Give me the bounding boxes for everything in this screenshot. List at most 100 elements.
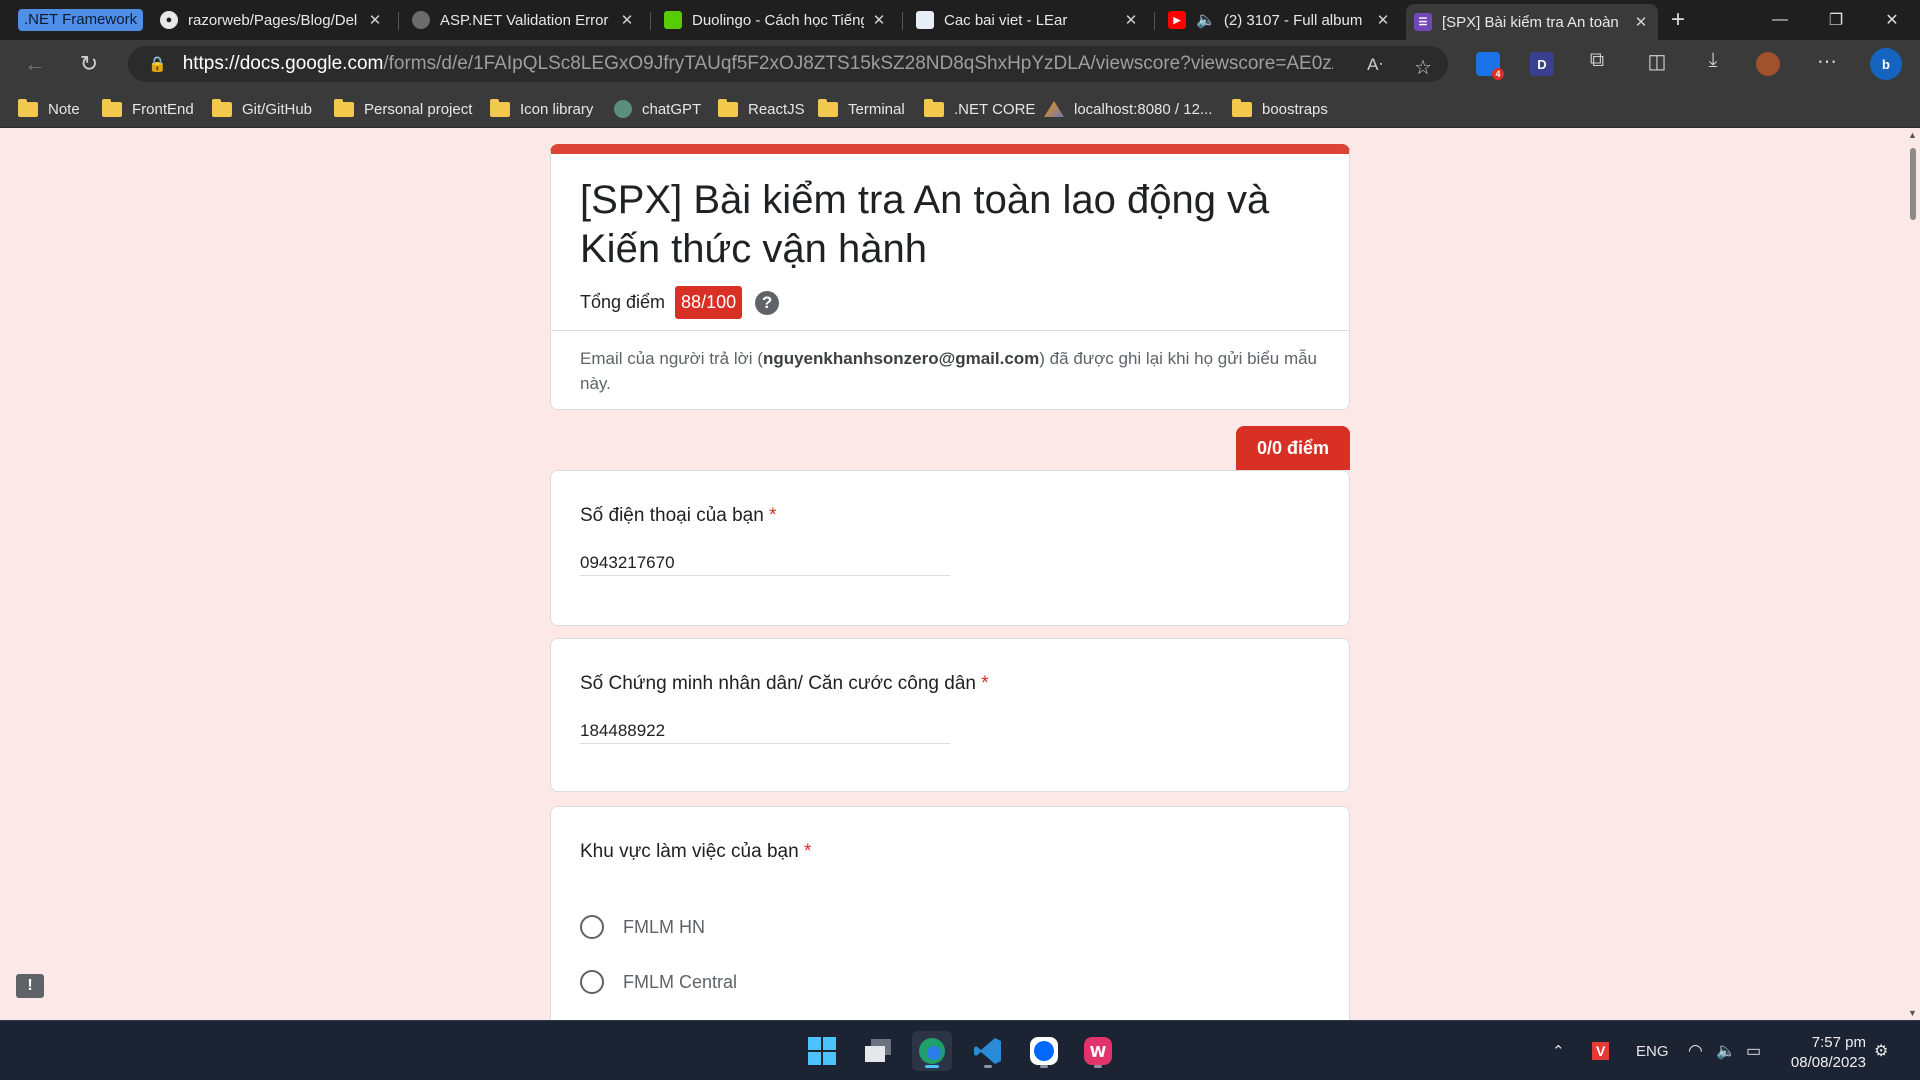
close-icon[interactable]: ✕ xyxy=(1632,13,1650,31)
tab-group-label[interactable]: .NET Framework xyxy=(18,9,144,31)
radio-option[interactable]: FMLM Central xyxy=(580,970,737,994)
extensions-puzzle-icon[interactable]: ⧉ xyxy=(1582,49,1612,72)
tab-aspnet[interactable]: ASP.NET Validation Error M ✕ xyxy=(404,4,644,36)
tab-title: (2) 3107 - Full album xyxy=(1223,11,1363,29)
form-title: [SPX] Bài kiểm tra An toàn lao động và K… xyxy=(580,178,1270,271)
language-indicator[interactable]: ENG xyxy=(1636,1021,1669,1080)
volume-icon[interactable]: 🔈 xyxy=(1716,1021,1736,1080)
minimize-icon[interactable]: — xyxy=(1752,0,1808,40)
restore-icon[interactable]: ❐ xyxy=(1808,0,1864,40)
radio-circle-icon[interactable] xyxy=(580,915,604,939)
required-mark: * xyxy=(803,841,812,862)
tab-github[interactable]: ● razorweb/Pages/Blog/Del ✕ xyxy=(152,4,392,36)
form-page: [SPX] Bài kiểm tra An toàn lao động và K… xyxy=(0,128,1906,1020)
favorite-star-icon[interactable]: ☆ xyxy=(1408,55,1438,80)
windows-start-icon[interactable] xyxy=(802,1031,842,1071)
bookmark-net-core[interactable]: .NET CORE xyxy=(924,98,1035,120)
vscode-icon[interactable] xyxy=(968,1031,1008,1071)
bookmark-icon-library[interactable]: Icon library xyxy=(490,98,593,120)
phpmyadmin-icon xyxy=(1044,101,1064,117)
tab-separator xyxy=(650,12,651,30)
notification-icon[interactable]: ⚙ xyxy=(1874,1021,1888,1080)
radio-option[interactable]: FMLM HN xyxy=(580,915,705,939)
radio-circle-icon[interactable] xyxy=(580,970,604,994)
show-hidden-icons[interactable]: ⌃ xyxy=(1552,1021,1565,1080)
question-title: Số Chứng minh nhân dân/ Căn cước công dâ… xyxy=(580,673,989,694)
speaker-icon[interactable]: 🔈 xyxy=(1196,10,1216,30)
extension-icon[interactable]: 4 xyxy=(1476,52,1504,80)
task-view-icon[interactable] xyxy=(858,1031,898,1071)
close-icon[interactable]: ✕ xyxy=(366,11,384,29)
new-tab-button[interactable]: + xyxy=(1650,0,1706,40)
forms-icon: ☰ xyxy=(1414,13,1432,31)
question-card-phone: Số điện thoại của bạn * 0943217670 xyxy=(550,470,1350,626)
section-points-tab: 0/0 điểm xyxy=(1236,426,1350,470)
report-feedback-icon[interactable]: ! xyxy=(16,974,44,998)
bookmark-git-github[interactable]: Git/GitHub xyxy=(212,98,312,120)
split-screen-icon[interactable]: ◫ xyxy=(1642,49,1672,74)
lock-icon[interactable]: 🔒 xyxy=(148,55,167,73)
duolingo-icon xyxy=(664,11,682,29)
tab-spx-form[interactable]: ☰ [SPX] Bài kiểm tra An toàn ✕ xyxy=(1406,4,1658,40)
bookmark-boostraps[interactable]: boostraps xyxy=(1232,98,1328,120)
bookmark-note[interactable]: Note xyxy=(18,98,80,120)
bookmark-reactjs[interactable]: ReactJS xyxy=(718,98,805,120)
scrollbar-thumb[interactable] xyxy=(1910,148,1916,220)
running-indicator xyxy=(984,1065,992,1068)
radio-label: FMLM HN xyxy=(623,916,705,937)
scroll-up-icon[interactable]: ▲ xyxy=(1908,130,1917,140)
running-indicator xyxy=(1040,1065,1048,1068)
wifi-icon[interactable]: ◠ xyxy=(1688,1021,1703,1080)
help-icon[interactable]: ? xyxy=(755,290,780,315)
antivirus-tray-icon[interactable]: V xyxy=(1592,1021,1610,1080)
close-icon[interactable]: ✕ xyxy=(618,11,636,29)
bookmark-chatgpt[interactable]: chatGPT xyxy=(614,98,701,120)
tab-title: Duolingo - Cách học Tiếng xyxy=(692,11,864,29)
folder-icon xyxy=(18,98,38,117)
close-icon[interactable]: ✕ xyxy=(1374,11,1392,29)
url-text[interactable]: https://docs.google.com/forms/d/e/1FAIpQ… xyxy=(183,53,1333,75)
bookmark-localhost[interactable]: localhost:8080 / 12... xyxy=(1044,98,1212,120)
folder-icon xyxy=(212,98,232,117)
running-indicator xyxy=(1094,1065,1102,1068)
bookmark-frontend[interactable]: FrontEnd xyxy=(102,98,194,120)
question-card-id-number: Số Chứng minh nhân dân/ Căn cước công dâ… xyxy=(550,638,1350,792)
folder-icon xyxy=(1232,98,1252,117)
read-aloud-icon[interactable]: Aᐧ xyxy=(1360,55,1390,75)
bookmark-terminal[interactable]: Terminal xyxy=(818,98,905,120)
profile-avatar[interactable] xyxy=(1756,52,1780,76)
edge-browser-icon[interactable] xyxy=(912,1031,952,1071)
back-icon[interactable]: ← xyxy=(18,48,52,80)
wps-office-icon[interactable]: W xyxy=(1078,1031,1118,1071)
extension-badge: 4 xyxy=(1492,68,1504,80)
zalo-icon[interactable] xyxy=(1024,1031,1064,1071)
clock[interactable]: 7:57 pm 08/08/2023 xyxy=(1791,1033,1866,1073)
youtube-icon: ▶ xyxy=(1168,11,1186,29)
d-extension-icon[interactable]: D xyxy=(1530,52,1554,76)
document-icon xyxy=(916,11,934,29)
address-bar[interactable]: 🔒 https://docs.google.com/forms/d/e/1FAI… xyxy=(128,46,1448,82)
battery-icon[interactable]: ▭ xyxy=(1746,1021,1761,1080)
scroll-down-icon[interactable]: ▼ xyxy=(1908,1008,1917,1018)
tab-duolingo[interactable]: Duolingo - Cách học Tiếng ✕ xyxy=(656,4,896,36)
more-menu-icon[interactable]: ⋯ xyxy=(1812,49,1842,74)
close-icon[interactable]: ✕ xyxy=(870,11,888,29)
tab-strip: .NET Framework ● razorweb/Pages/Blog/Del… xyxy=(0,0,1920,40)
required-mark: * xyxy=(769,505,777,526)
tab-cac-bai-viet[interactable]: Cac bai viet - LEar ✕ xyxy=(908,4,1148,36)
radio-label: FMLM Central xyxy=(623,971,738,992)
svg-text:W: W xyxy=(1090,1043,1107,1061)
form-header-card: [SPX] Bài kiểm tra An toàn lao động và K… xyxy=(550,144,1350,410)
bookmark-personal-project[interactable]: Personal project xyxy=(334,98,472,120)
total-score-row: Tổng điểm 88/100 ? xyxy=(580,286,780,319)
refresh-icon[interactable]: ↻ xyxy=(72,48,106,80)
window-close-icon[interactable]: ✕ xyxy=(1864,0,1920,40)
close-icon[interactable]: ✕ xyxy=(1122,11,1140,29)
clock-date: 08/08/2023 xyxy=(1790,1054,1866,1071)
running-indicator xyxy=(925,1065,939,1068)
downloads-icon[interactable]: ⤓ xyxy=(1698,49,1728,72)
tab-youtube[interactable]: ▶ 🔈 (2) 3107 - Full album ✕ xyxy=(1160,4,1400,36)
bing-copilot-icon[interactable]: b xyxy=(1870,48,1902,80)
page-scrollbar[interactable]: ▲ ▼ xyxy=(1906,128,1920,1020)
tab-title: Cac bai viet - LEar xyxy=(944,11,1068,29)
